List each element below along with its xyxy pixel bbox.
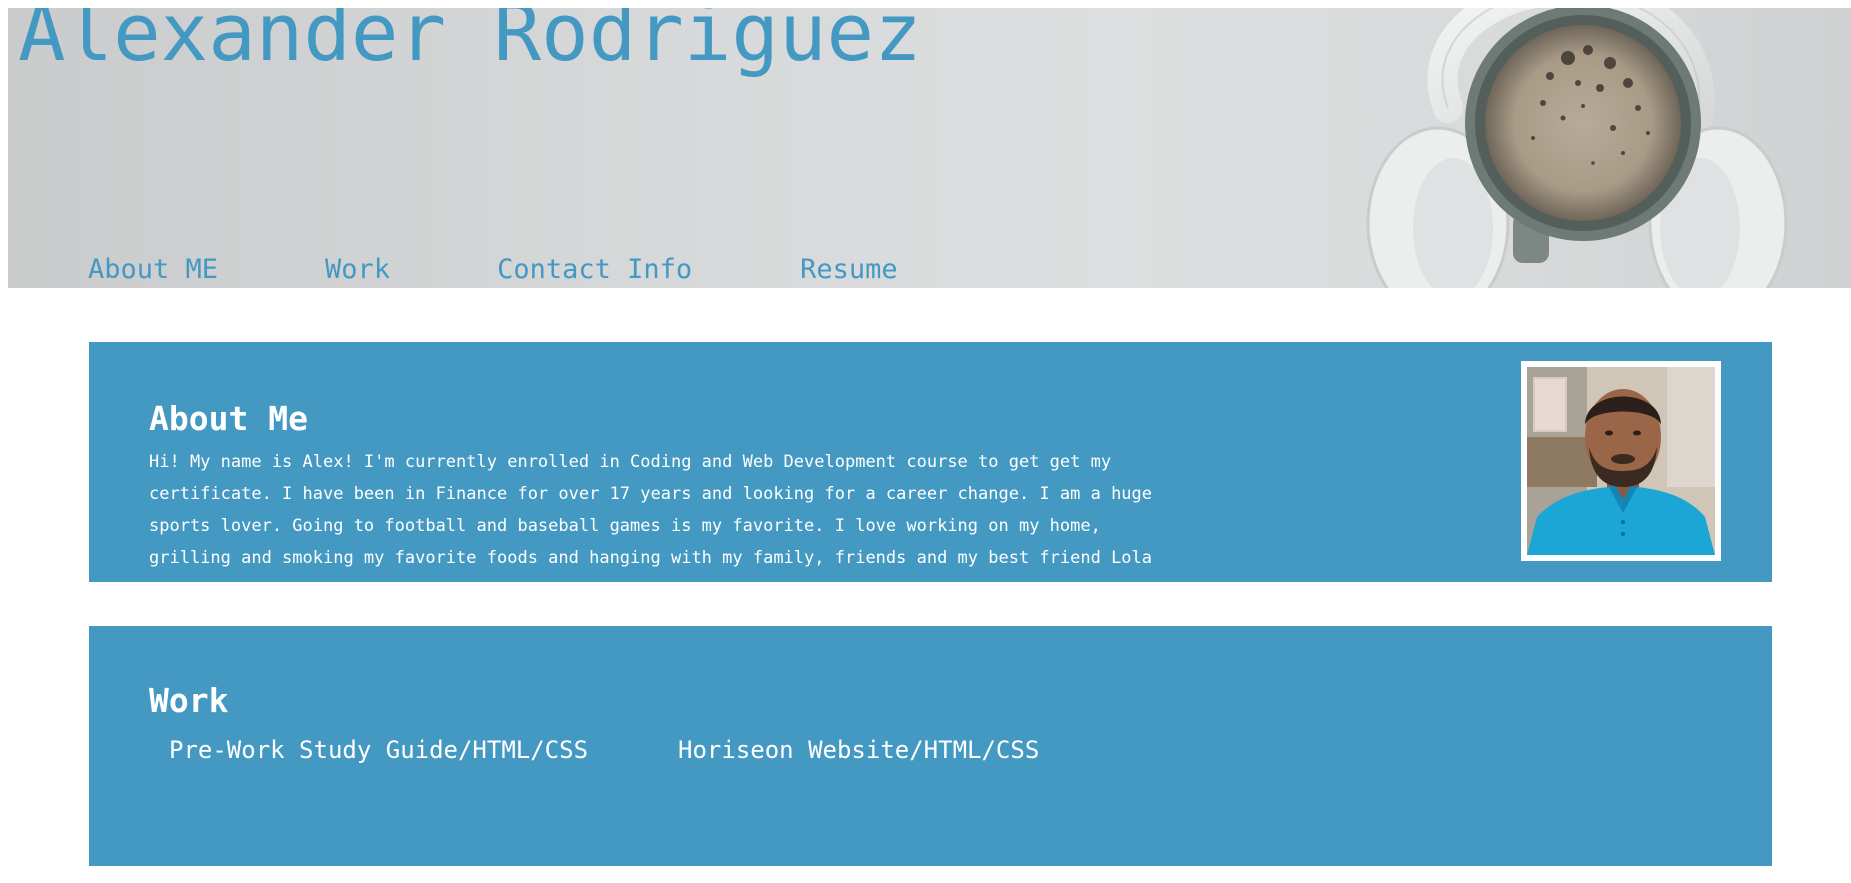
profile-photo-frame: [1521, 361, 1721, 561]
profile-photo: [1527, 367, 1715, 555]
work-section: Work Pre-Work Study Guide/HTML/CSS Horis…: [89, 626, 1772, 866]
nav-link-about-me[interactable]: About ME: [88, 254, 218, 285]
hero-header: Alexander Rodriguez About ME Work Contac…: [8, 8, 1851, 288]
coffee-headphones-image: [1366, 8, 1788, 288]
site-title: Alexander Rodriguez: [18, 8, 922, 79]
work-project-list: Pre-Work Study Guide/HTML/CSS Horiseon W…: [169, 736, 1039, 764]
about-section: About Me Hi! My name is Alex! I'm curren…: [89, 342, 1772, 600]
nav-link-resume[interactable]: Resume: [800, 254, 898, 285]
work-heading: Work: [149, 681, 229, 720]
about-heading: About Me: [149, 399, 308, 438]
project-link-prework-study-guide[interactable]: Pre-Work Study Guide/HTML/CSS: [169, 736, 588, 764]
about-text: Hi! My name is Alex! I'm currently enrol…: [149, 452, 1153, 600]
nav-link-work[interactable]: Work: [325, 254, 390, 285]
nav-link-contact-info[interactable]: Contact Info: [497, 254, 692, 285]
project-link-horiseon-website[interactable]: Horiseon Website/HTML/CSS: [678, 736, 1039, 764]
main-nav: About ME Work Contact Info Resume: [88, 254, 898, 285]
